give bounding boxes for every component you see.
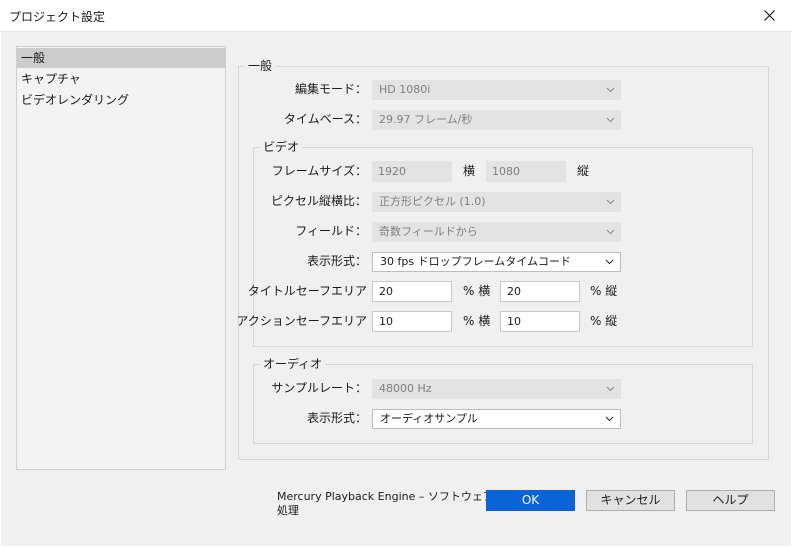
chevron-down-icon bbox=[606, 117, 615, 123]
cancel-button[interactable]: キャンセル bbox=[586, 490, 675, 511]
title-safe-vertical-unit: % 縦 bbox=[590, 284, 618, 298]
action-safe-vertical-unit: % 縦 bbox=[590, 314, 618, 328]
chevron-down-icon bbox=[606, 386, 615, 392]
audio-group: オーディオ bbox=[253, 356, 753, 444]
audio-display-format-select[interactable]: オーディオサンプル bbox=[372, 409, 621, 429]
sample-rate-value: 48000 Hz bbox=[379, 382, 432, 395]
frame-height-unit: 縦 bbox=[577, 164, 590, 178]
edit-mode-value: HD 1080i bbox=[379, 83, 431, 96]
frame-size-label: フレームサイズ： bbox=[271, 164, 367, 178]
fields-value: 奇数フィールドから bbox=[379, 225, 478, 238]
frame-height-field[interactable]: 1080 bbox=[486, 161, 566, 182]
chevron-down-icon bbox=[606, 199, 615, 205]
pixel-aspect-select[interactable]: 正方形ピクセル (1.0) bbox=[372, 192, 621, 212]
edit-mode-select[interactable]: HD 1080i bbox=[372, 80, 621, 100]
video-display-format-label: 表示形式： bbox=[306, 254, 367, 268]
title-safe-horizontal-unit: % 横 bbox=[463, 284, 491, 298]
chevron-down-icon bbox=[605, 259, 614, 265]
title-bar: プロジェクト設定 bbox=[0, 0, 792, 32]
audio-display-format-value: オーディオサンプル bbox=[380, 412, 478, 425]
action-safe-label: アクションセーフエリア bbox=[236, 314, 367, 328]
edit-mode-label: 編集モード： bbox=[294, 82, 367, 96]
title-safe-label: タイトルセーフエリア bbox=[247, 284, 367, 298]
ok-button[interactable]: OK bbox=[486, 490, 575, 511]
timebase-label: タイムベース： bbox=[283, 112, 367, 126]
timebase-select[interactable]: 29.97 フレーム/秒 bbox=[372, 110, 621, 130]
window-title: プロジェクト設定 bbox=[9, 10, 106, 24]
pixel-aspect-value: 正方形ピクセル (1.0) bbox=[379, 195, 486, 208]
general-group-label: 一般 bbox=[245, 58, 276, 74]
sample-rate-label: サンプルレート： bbox=[271, 381, 367, 395]
frame-width-field[interactable]: 1920 bbox=[372, 161, 452, 182]
close-button[interactable] bbox=[746, 0, 792, 31]
close-icon bbox=[763, 10, 775, 21]
chevron-down-icon bbox=[606, 87, 615, 93]
renderer-status-line2: 処理 bbox=[277, 504, 299, 517]
renderer-status: Mercury Playback Engine – ソフトウェア 処理 bbox=[277, 490, 494, 518]
timebase-value: 29.97 フレーム/秒 bbox=[379, 113, 473, 126]
fields-label: フィールド： bbox=[295, 224, 367, 238]
action-safe-vertical-field[interactable]: 10 bbox=[500, 311, 580, 332]
title-safe-horizontal-field[interactable]: 20 bbox=[372, 281, 452, 302]
sample-rate-select[interactable]: 48000 Hz bbox=[372, 379, 621, 399]
action-safe-horizontal-field[interactable]: 10 bbox=[372, 311, 452, 332]
chevron-down-icon bbox=[606, 229, 615, 235]
help-button[interactable]: ヘルプ bbox=[686, 490, 775, 511]
action-safe-horizontal-unit: % 横 bbox=[463, 314, 491, 328]
pixel-aspect-label: ピクセル縦横比： bbox=[270, 194, 367, 208]
frame-width-unit: 横 bbox=[463, 164, 476, 178]
audio-display-format-label: 表示形式： bbox=[306, 411, 367, 425]
sidebar-item-general[interactable]: 一般 bbox=[17, 48, 225, 68]
title-safe-vertical-field[interactable]: 20 bbox=[500, 281, 580, 302]
video-display-format-value: 30 fps ドロップフレームタイムコード bbox=[380, 255, 572, 268]
video-group-label: ビデオ bbox=[260, 139, 303, 155]
video-display-format-select[interactable]: 30 fps ドロップフレームタイムコード bbox=[372, 252, 621, 272]
audio-group-label: オーディオ bbox=[260, 356, 326, 372]
chevron-down-icon bbox=[605, 416, 614, 422]
dialog-body: 一般 キャプチャ ビデオレンダリング 一般 編集モード： HD 1080i タイ… bbox=[1, 32, 791, 546]
fields-select[interactable]: 奇数フィールドから bbox=[372, 222, 621, 242]
renderer-status-line1: Mercury Playback Engine – ソフトウェア bbox=[277, 490, 494, 503]
